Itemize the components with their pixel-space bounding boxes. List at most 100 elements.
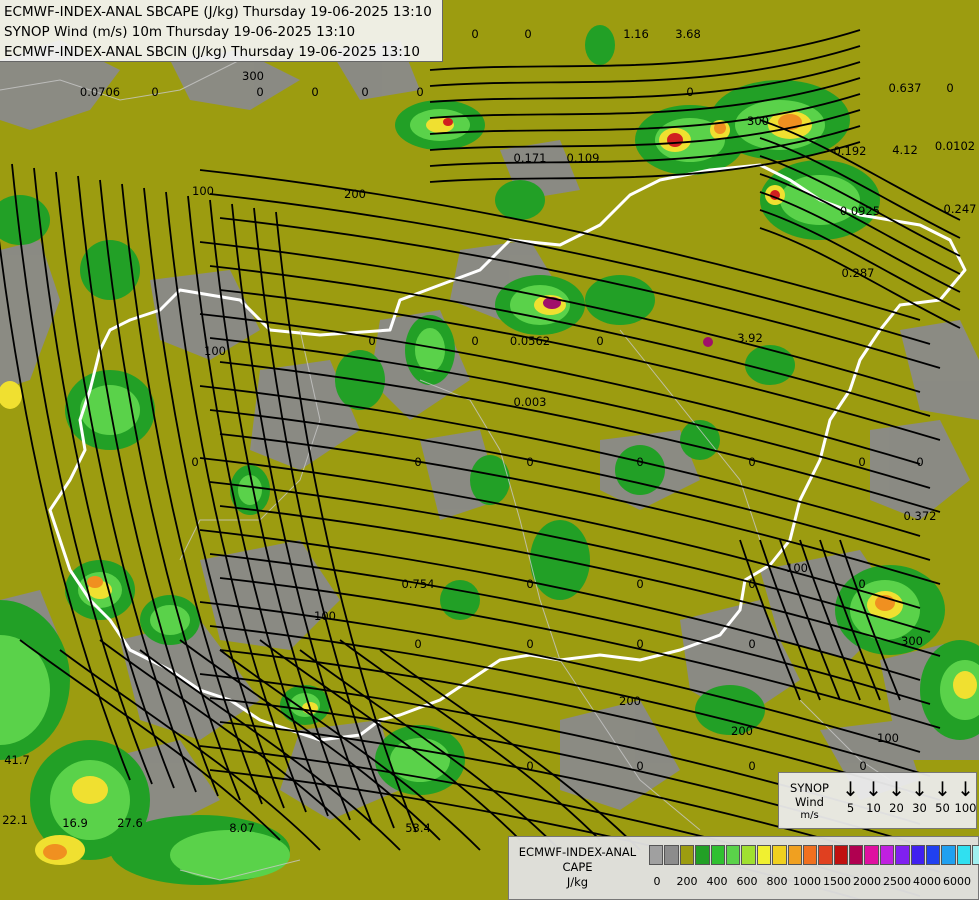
arrow-down-icon: ↓ bbox=[957, 777, 974, 801]
arrow-down-icon: ↓ bbox=[888, 777, 905, 801]
map-value-label: 0.247 bbox=[944, 202, 977, 216]
map-value-label: 0.109 bbox=[567, 151, 600, 165]
map-value-label: 0.0562 bbox=[510, 334, 550, 348]
map-value-label: 200 bbox=[731, 724, 753, 738]
map-value-label: 0 bbox=[636, 577, 643, 591]
map-value-label: 1.16 bbox=[623, 27, 649, 41]
synop-arrow-100: ↓ 100 bbox=[954, 777, 977, 815]
map-value-label: 27.6 bbox=[117, 816, 143, 830]
synop-arrow-10: ↓ 10 bbox=[862, 777, 885, 815]
synop-legend-unit: m/s bbox=[800, 810, 819, 821]
map-value-label: 0 bbox=[256, 85, 263, 99]
arrow-down-icon: ↓ bbox=[911, 777, 928, 801]
map-canvas: 0.0706 0 0 0 0 0 1.16 3.68 0 0 0 0.637 0 0.171 0.109 4.… bbox=[0, 0, 979, 900]
map-value-label: 0.003 bbox=[514, 395, 547, 409]
synop-legend-subtitle: Wind bbox=[795, 795, 824, 809]
map-value-label: 0 bbox=[471, 27, 478, 41]
synop-arrow-50: ↓ 50 bbox=[931, 777, 954, 815]
cape-tick-label: 4000 bbox=[913, 875, 941, 888]
cape-tick-label: 6000 bbox=[943, 875, 971, 888]
synop-wind-legend: SYNOP Wind m/s ↓ 5 ↓ 10 ↓ 20 ↓ 30 ↓ 50 ↓ 100 bbox=[778, 772, 977, 829]
cape-tick-label: 600 bbox=[736, 875, 758, 888]
map-value-label: 200 bbox=[344, 187, 366, 201]
cape-swatch-5 bbox=[725, 845, 741, 865]
map-value-label: 0 bbox=[859, 759, 866, 773]
map-value-label: 0 bbox=[191, 455, 198, 469]
cape-color-scale bbox=[649, 845, 979, 865]
cape-legend-title: ECMWF-INDEX-ANAL bbox=[518, 845, 637, 859]
title-line-synop: SYNOP Wind (m/s) 10m Thursday 19-06-2025… bbox=[4, 24, 356, 40]
cape-swatch-15 bbox=[879, 845, 895, 865]
cape-tick-label: 0 bbox=[653, 875, 661, 888]
map-value-label: 16.9 bbox=[62, 816, 88, 830]
cape-swatch-21 bbox=[972, 845, 979, 865]
map-value-label: 53.4 bbox=[405, 821, 431, 835]
arrow-down-icon: ↓ bbox=[842, 777, 859, 801]
cape-swatch-6 bbox=[741, 845, 756, 865]
synop-arrow-20: ↓ 20 bbox=[885, 777, 908, 815]
map-value-label: 0 bbox=[416, 85, 423, 99]
map-value-label: 0 bbox=[311, 85, 318, 99]
cape-swatch-3 bbox=[695, 845, 710, 865]
cape-swatch-2 bbox=[679, 845, 695, 865]
synop-legend-title: SYNOP bbox=[790, 781, 829, 795]
map-value-label: 300 bbox=[242, 69, 264, 83]
cape-swatch-16 bbox=[895, 845, 910, 865]
map-value-label: 4.12 bbox=[892, 143, 918, 157]
map-value-label: 41.7 bbox=[4, 753, 30, 767]
arrow-down-icon: ↓ bbox=[934, 777, 951, 801]
map-value-label: 100 bbox=[192, 184, 214, 198]
map-value-label: 3.92 bbox=[737, 331, 763, 345]
arrow-down-icon: ↓ bbox=[865, 777, 882, 801]
cape-color-legend: ECMWF-INDEX-ANAL CAPE J/kg 0 200 400 600 800… bbox=[508, 836, 979, 900]
map-value-label: 200 bbox=[619, 694, 641, 708]
cape-swatch-20 bbox=[956, 845, 972, 865]
map-value-label: 0 bbox=[596, 334, 603, 348]
map-value-label: 0.0706 bbox=[80, 85, 120, 99]
cape-swatch-12 bbox=[833, 845, 849, 865]
synop-arrow-label: 30 bbox=[912, 801, 927, 815]
map-value-label: 300 bbox=[901, 634, 923, 648]
cape-swatch-1 bbox=[664, 845, 679, 865]
map-value-label: 0 bbox=[368, 334, 375, 348]
map-value-label: 0 bbox=[526, 759, 533, 773]
cape-legend-subtitle: CAPE bbox=[562, 860, 593, 874]
map-value-label: 0 bbox=[946, 81, 953, 95]
map-value-label: 0 bbox=[748, 637, 755, 651]
map-value-label: 100 bbox=[877, 731, 899, 745]
map-value-label: 0.754 bbox=[402, 577, 435, 591]
map-value-label: 0 bbox=[916, 455, 923, 469]
synop-arrow-label: 5 bbox=[846, 801, 855, 815]
map-value-label: 0.192 bbox=[834, 144, 867, 158]
cape-tick-label: 400 bbox=[706, 875, 728, 888]
map-value-label: 0.372 bbox=[904, 509, 937, 523]
cape-tick-label: 1000 bbox=[793, 875, 821, 888]
map-value-label: 0 bbox=[526, 455, 533, 469]
map-value-label: 0 bbox=[151, 85, 158, 99]
cape-swatch-10 bbox=[802, 845, 818, 865]
map-value-label: 0 bbox=[858, 577, 865, 591]
cape-swatch-19 bbox=[941, 845, 956, 865]
cape-scale-ticks: 0 200 400 600 800 1000 1500 2000 2500 4000 6000 bbox=[649, 875, 979, 889]
cape-swatch-8 bbox=[772, 845, 787, 865]
map-value-label: 0 bbox=[526, 577, 533, 591]
synop-arrow-label: 50 bbox=[935, 801, 950, 815]
map-value-label: 0.287 bbox=[842, 266, 875, 280]
map-value-label: 300 bbox=[747, 114, 769, 128]
map-value-label: 100 bbox=[204, 344, 226, 358]
map-value-label: 0.0102 bbox=[935, 139, 975, 153]
cape-swatch-11 bbox=[818, 845, 833, 865]
map-title-box: ECMWF-INDEX-ANAL SBCAPE (J/kg) Thursday … bbox=[0, 0, 443, 62]
map-value-label: 0 bbox=[471, 334, 478, 348]
title-line-cin: ECMWF-INDEX-ANAL SBCIN (J/kg) Thursday 1… bbox=[4, 44, 420, 60]
cape-legend-unit: J/kg bbox=[566, 875, 589, 889]
map-value-label: 0 bbox=[636, 637, 643, 651]
map-value-label: 0 bbox=[748, 759, 755, 773]
cape-swatch-9 bbox=[787, 845, 802, 865]
map-value-label: 0.0925 bbox=[840, 204, 880, 218]
map-value-label: 0 bbox=[526, 637, 533, 651]
map-value-label: 100 bbox=[786, 561, 808, 575]
cape-tick-label: 800 bbox=[766, 875, 788, 888]
map-value-label: 0.171 bbox=[514, 151, 547, 165]
map-value-label: 0 bbox=[748, 577, 755, 591]
